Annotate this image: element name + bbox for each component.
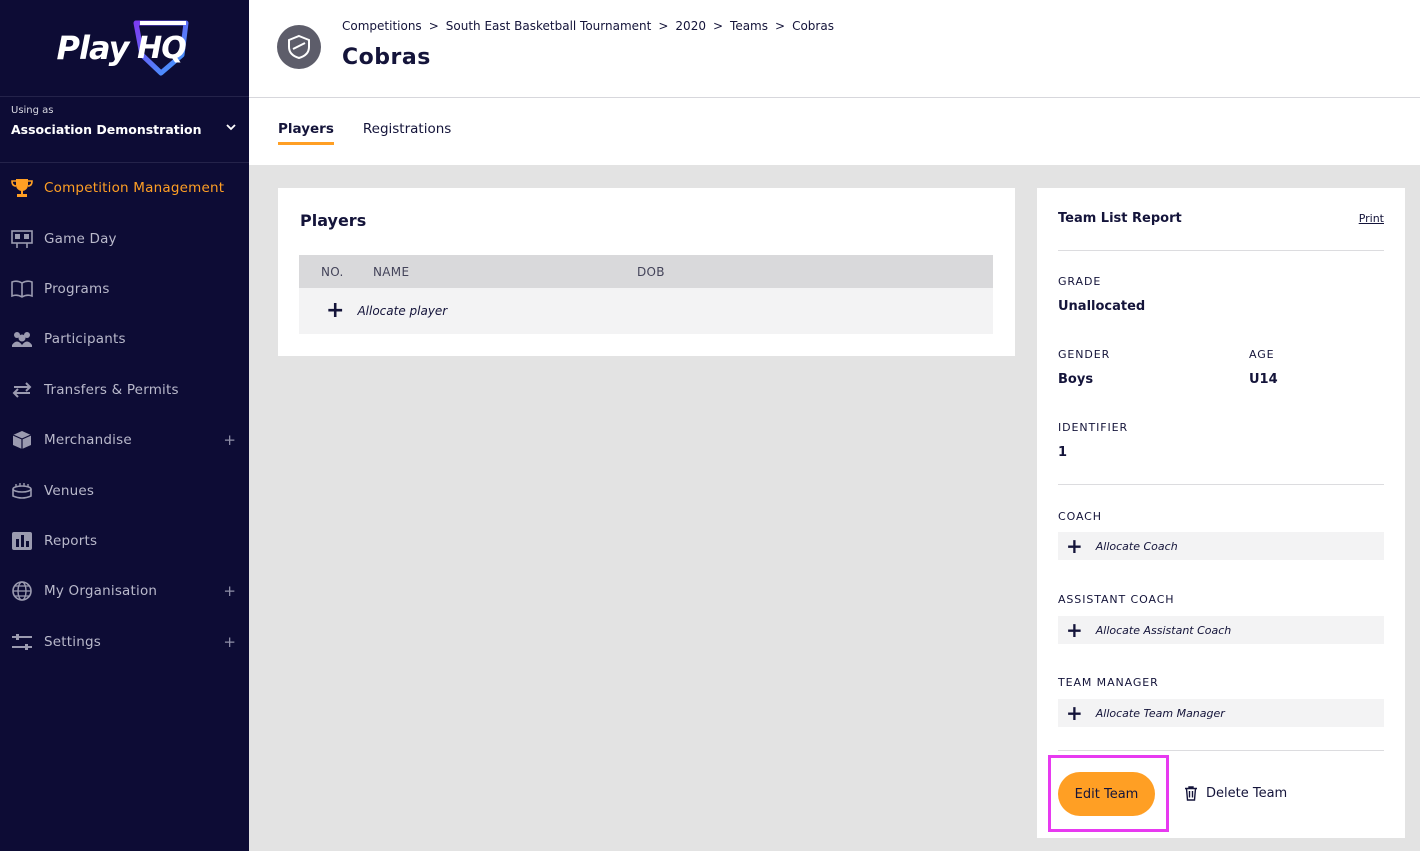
- logo-badge: HQ: [137, 30, 187, 66]
- print-link[interactable]: Print: [1359, 212, 1384, 225]
- breadcrumb-separator: >: [712, 19, 724, 33]
- breadcrumb-separator: >: [658, 19, 669, 33]
- globe-icon: [11, 580, 33, 602]
- gender-label: GENDER: [1058, 348, 1111, 361]
- nav-item-my-organisation[interactable]: My Organisation +: [0, 566, 249, 616]
- players-table-header: NO. NAME DOB: [299, 255, 993, 288]
- nav-item-game-day[interactable]: Game Day: [0, 213, 249, 263]
- grade-label: GRADE: [1058, 275, 1102, 288]
- breadcrumb-teams[interactable]: Teams: [730, 19, 768, 33]
- identifier-value: 1: [1058, 445, 1068, 460]
- sliders-icon: [11, 631, 33, 653]
- divider: [1058, 750, 1384, 751]
- delete-team-label: Delete Team: [1206, 785, 1288, 801]
- identifier-label: IDENTIFIER: [1058, 421, 1129, 434]
- using-as-label: Using as: [11, 105, 54, 116]
- team-manager-label: TEAM MANAGER: [1058, 676, 1159, 689]
- allocate-assistant-coach-label: Allocate Assistant Coach: [1095, 623, 1232, 637]
- delete-team-button[interactable]: Delete Team: [1183, 785, 1287, 801]
- nav-label: Reports: [44, 532, 98, 549]
- people-icon: [11, 328, 33, 350]
- breadcrumb-separator: >: [428, 19, 439, 33]
- playhq-logo[interactable]: Play HQ: [0, 0, 249, 97]
- allocate-coach-button[interactable]: + Allocate Coach: [1058, 532, 1384, 560]
- nav-item-venues[interactable]: Venues: [0, 465, 249, 515]
- logo-shield-icon: HQ: [130, 19, 192, 77]
- grade-value: Unallocated: [1058, 299, 1146, 314]
- nav-item-participants[interactable]: Participants: [0, 314, 249, 364]
- nav-label: Settings: [44, 633, 101, 650]
- expand-plus-icon[interactable]: +: [223, 431, 236, 449]
- nav-label: Game Day: [44, 230, 117, 247]
- tab-bar: Players Registrations: [278, 121, 451, 145]
- breadcrumb-competition[interactable]: South East Basketball Tournament: [446, 19, 652, 33]
- nav-item-reports[interactable]: Reports: [0, 516, 249, 566]
- plus-icon: +: [326, 298, 345, 323]
- box-icon: [11, 429, 33, 451]
- team-shield-icon: [277, 25, 321, 69]
- breadcrumb-separator: >: [775, 19, 786, 33]
- divider: [1058, 484, 1384, 485]
- trash-icon: [1185, 786, 1197, 801]
- plus-icon: +: [1066, 618, 1083, 642]
- allocate-player-button[interactable]: + Allocate player: [299, 288, 993, 334]
- transfer-arrows-icon: [11, 379, 33, 401]
- nav-label: Venues: [44, 482, 95, 499]
- stadium-icon: [11, 480, 33, 502]
- sidebar-nav: Competition Management Game Day Programs…: [0, 163, 249, 667]
- players-card: Players NO. NAME DOB + Allocate player: [278, 188, 1015, 356]
- bar-chart-icon: [11, 530, 33, 552]
- logo-text: Play: [56, 29, 130, 67]
- age-label: AGE: [1249, 348, 1275, 361]
- organisation-switcher[interactable]: Using as Association Demonstration: [0, 97, 249, 163]
- allocate-coach-label: Allocate Coach: [1095, 539, 1178, 553]
- assistant-coach-label: ASSISTANT COACH: [1058, 593, 1175, 606]
- nav-item-programs[interactable]: Programs: [0, 264, 249, 314]
- plus-icon: +: [1066, 534, 1083, 558]
- nav-label: My Organisation: [44, 583, 158, 600]
- page-header: Competitions > South East Basketball Tou…: [249, 0, 1420, 165]
- breadcrumb: Competitions > South East Basketball Tou…: [342, 19, 834, 33]
- nav-label: Merchandise: [44, 432, 132, 449]
- tab-registrations[interactable]: Registrations: [363, 121, 451, 145]
- tab-players[interactable]: Players: [278, 121, 334, 145]
- allocate-assistant-coach-button[interactable]: + Allocate Assistant Coach: [1058, 616, 1384, 644]
- divider: [1058, 250, 1384, 251]
- players-title: Players: [300, 211, 367, 230]
- organisation-name: Association Demonstration: [11, 122, 202, 137]
- nav-item-settings[interactable]: Settings +: [0, 617, 249, 667]
- edit-team-button[interactable]: Edit Team: [1058, 772, 1155, 816]
- breadcrumb-competitions[interactable]: Competitions: [342, 19, 422, 33]
- scoreboard-icon: [11, 228, 33, 250]
- nav-label: Programs: [44, 280, 110, 297]
- sidebar: Play HQ Using as Association Demonstrati: [0, 0, 249, 851]
- nav-label: Transfers & Permits: [44, 381, 179, 398]
- expand-plus-icon[interactable]: +: [223, 633, 236, 651]
- page-title: Cobras: [342, 45, 431, 70]
- nav-item-transfers-permits[interactable]: Transfers & Permits: [0, 365, 249, 415]
- chevron-down-icon[interactable]: [225, 121, 237, 133]
- nav-item-competition-management[interactable]: Competition Management: [0, 163, 249, 213]
- allocate-player-label: Allocate player: [357, 304, 448, 318]
- column-name: NAME: [373, 265, 410, 279]
- nav-label: Participants: [44, 331, 126, 348]
- coach-label: COACH: [1058, 510, 1102, 523]
- gender-value: Boys: [1058, 372, 1094, 387]
- breadcrumb-current: Cobras: [792, 19, 834, 33]
- plus-icon: +: [1066, 701, 1083, 725]
- column-dob: DOB: [637, 265, 665, 279]
- trophy-icon: [11, 177, 33, 199]
- header-top: Competitions > South East Basketball Tou…: [249, 0, 1420, 98]
- allocate-team-manager-label: Allocate Team Manager: [1095, 706, 1225, 720]
- nav-label: Competition Management: [44, 180, 225, 197]
- allocate-team-manager-button[interactable]: + Allocate Team Manager: [1058, 699, 1384, 727]
- book-icon: [11, 278, 33, 300]
- report-title: Team List Report: [1058, 211, 1182, 226]
- expand-plus-icon[interactable]: +: [223, 582, 236, 600]
- nav-item-merchandise[interactable]: Merchandise +: [0, 415, 249, 465]
- age-value: U14: [1249, 372, 1278, 387]
- team-list-report-panel: Team List Report Print GRADE Unallocated…: [1037, 188, 1405, 838]
- breadcrumb-season[interactable]: 2020: [675, 19, 706, 33]
- column-number: NO.: [321, 265, 344, 279]
